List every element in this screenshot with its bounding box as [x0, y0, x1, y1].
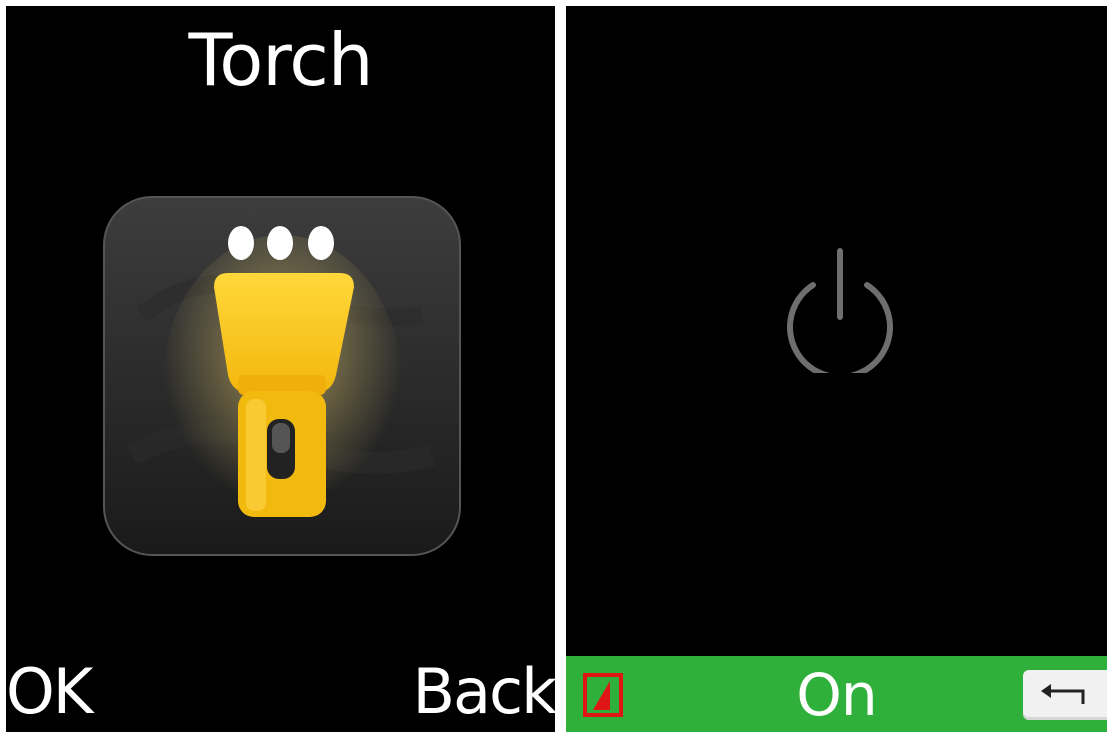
back-arrow-icon — [1041, 684, 1085, 704]
back-softkey[interactable]: Back — [412, 652, 555, 732]
bottom-action-bar: On — [566, 656, 1107, 732]
flashlight-icon[interactable] — [102, 195, 462, 561]
back-button[interactable] — [1023, 670, 1107, 720]
torch-launcher-screen: Torch OK Back — [6, 6, 555, 732]
power-icon[interactable] — [780, 243, 900, 381]
torch-control-screen: On — [566, 6, 1107, 732]
page-title: Torch — [188, 18, 373, 102]
ok-softkey[interactable]: OK — [6, 652, 93, 732]
